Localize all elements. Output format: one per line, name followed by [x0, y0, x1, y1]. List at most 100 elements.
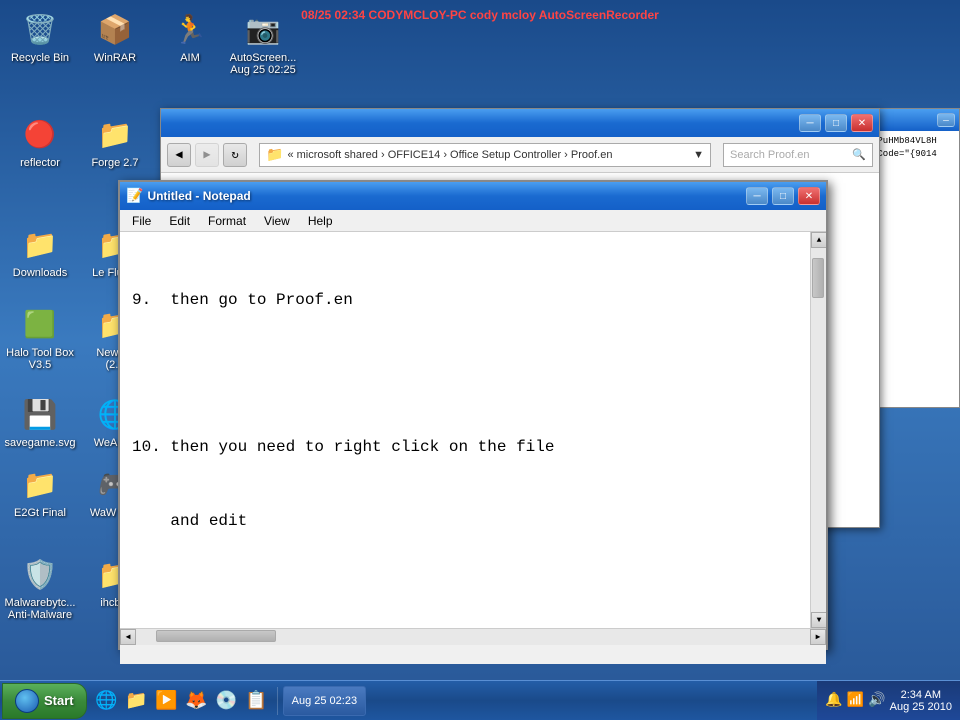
taskbar-firefox-icon[interactable]: 🦊: [183, 687, 211, 715]
taskbar-item-label: Aug 25 02:23: [292, 695, 357, 707]
explorer-close-button[interactable]: ✕: [851, 114, 873, 132]
tray-volume-icon[interactable]: 🔊: [868, 692, 885, 709]
malwarebytes-icon: 🛡️: [20, 555, 60, 595]
reflector-label: reflector: [20, 157, 60, 169]
desktop-icon-winrar[interactable]: 📦 WinRAR: [80, 10, 150, 64]
desktop-icon-downloads[interactable]: 📁 Downloads: [5, 225, 75, 279]
winrar-label: WinRAR: [94, 52, 136, 64]
desktop-icon-aim[interactable]: 🏃 AIM: [155, 10, 225, 64]
menu-edit[interactable]: Edit: [161, 212, 198, 230]
autoscreen-icon: 📷: [243, 10, 283, 50]
desktop: 08/25 02:34 CODYMCLOY-PC cody mcloy Auto…: [0, 0, 960, 680]
taskbar: Start 🌐 📁 ▶️ 🦊 💿 📋 Aug 25 02:23 🔔 📶 🔊 2:…: [0, 680, 960, 720]
search-icon[interactable]: 🔍: [852, 148, 866, 161]
menu-view[interactable]: View: [256, 212, 298, 230]
downloads-label: Downloads: [13, 267, 67, 279]
reflector-icon: 🔴: [20, 115, 60, 155]
savegame-icon: 💾: [20, 395, 60, 435]
notepad-titlebar: 📝 Untitled - Notepad ─ □ ✕: [120, 182, 826, 210]
scroll-left-button[interactable]: ◀: [120, 629, 136, 645]
desktop-icon-malwarebytes[interactable]: 🛡️ Malwarebytc...Anti-Malware: [5, 555, 75, 621]
menu-format[interactable]: Format: [200, 212, 254, 230]
refresh-button[interactable]: ↻: [223, 143, 247, 167]
windows-orb-icon: [15, 689, 39, 713]
forge-label: Forge 2.7: [91, 157, 138, 169]
address-text: « microsoft shared › OFFICE14 › Office S…: [287, 149, 612, 161]
menu-help[interactable]: Help: [300, 212, 341, 230]
notepad-maximize-button[interactable]: □: [772, 187, 794, 205]
e2gt-label: E2Gt Final: [14, 507, 66, 519]
notepad-window: 📝 Untitled - Notepad ─ □ ✕ File Edit For…: [118, 180, 828, 650]
start-label: Start: [44, 693, 74, 708]
menu-file[interactable]: File: [124, 212, 159, 230]
explorer-titlebar: ─ □ ✕: [161, 109, 879, 137]
address-bar[interactable]: 📁 « microsoft shared › OFFICE14 › Office…: [259, 143, 711, 167]
explorer-minimize-button[interactable]: ─: [799, 114, 821, 132]
text-area[interactable]: 9. then go to Proof.en 10. then you need…: [120, 232, 810, 628]
info-minimize-button[interactable]: ─: [937, 113, 955, 127]
tray-clock: 2:34 AM Aug 25 2010: [890, 689, 952, 713]
explorer-toolbar: ◀ ▶ ↻ 📁 « microsoft shared › OFFICE14 › …: [161, 137, 879, 173]
taskbar-middle: Aug 25 02:23: [278, 686, 818, 716]
taskbar-dvd-icon[interactable]: 💿: [213, 687, 241, 715]
e2gt-icon: 📁: [20, 465, 60, 505]
scroll-h-track[interactable]: [136, 629, 810, 645]
aim-icon: 🏃: [170, 10, 210, 50]
scroll-right-button[interactable]: ▶: [810, 629, 826, 645]
dropdown-icon[interactable]: ▼: [693, 149, 704, 161]
desktop-icon-autoscreen[interactable]: 📷 AutoScreen...Aug 25 02:25: [228, 10, 298, 76]
winrar-icon: 📦: [95, 10, 135, 50]
line-blank1: [132, 362, 798, 388]
start-button[interactable]: Start: [2, 683, 87, 719]
recycle-bin-icon: 🗑️: [20, 10, 60, 50]
tray-network-icon[interactable]: 📶: [847, 692, 864, 709]
scroll-up-button[interactable]: ▲: [811, 232, 826, 248]
notepad-icon: 📝: [126, 188, 143, 205]
desktop-icon-e2gt[interactable]: 📁 E2Gt Final: [5, 465, 75, 519]
notepad-minimize-button[interactable]: ─: [746, 187, 768, 205]
scroll-thumb[interactable]: [812, 258, 824, 298]
recycle-bin-label: Recycle Bin: [11, 52, 69, 64]
downloads-icon: 📁: [20, 225, 60, 265]
taskbar-media-icon[interactable]: ▶️: [153, 687, 181, 715]
aim-label: AIM: [180, 52, 200, 64]
search-bar[interactable]: Search Proof.en 🔍: [723, 143, 873, 167]
notepad-title: Untitled - Notepad: [147, 189, 742, 203]
explorer-maximize-button[interactable]: □: [825, 114, 847, 132]
desktop-icon-savegame[interactable]: 💾 savegame.svg: [5, 395, 75, 449]
tray-date-text: Aug 25 2010: [890, 701, 952, 713]
horizontal-scrollbar[interactable]: ◀ ▶: [120, 628, 826, 644]
malwarebytes-label: Malwarebytc...Anti-Malware: [5, 597, 76, 621]
desktop-icon-recycle-bin[interactable]: 🗑️ Recycle Bin: [5, 10, 75, 64]
taskbar-app-icon[interactable]: 📋: [243, 687, 271, 715]
search-placeholder: Search Proof.en: [730, 149, 810, 161]
halo-icon: 🟩: [20, 305, 60, 345]
taskbar-ie-icon[interactable]: 🌐: [93, 687, 121, 715]
line-blank2: [132, 582, 798, 608]
back-button[interactable]: ◀: [167, 143, 191, 167]
scroll-h-thumb[interactable]: [156, 630, 276, 642]
savegame-label: savegame.svg: [5, 437, 76, 449]
notepad-content: 9. then go to Proof.en 10. then you need…: [120, 232, 826, 628]
screen-recorder-title: 08/25 02:34 CODYMCLOY-PC cody mcloy Auto…: [301, 8, 659, 22]
scroll-track[interactable]: [811, 248, 826, 612]
desktop-icon-reflector[interactable]: 🔴 reflector: [5, 115, 75, 169]
address-icon: 📁: [266, 146, 283, 163]
tray-time-text: 2:34 AM: [890, 689, 952, 701]
taskbar-folder-icon[interactable]: 📁: [123, 687, 151, 715]
forge-icon: 📁: [95, 115, 135, 155]
scroll-down-button[interactable]: ▼: [811, 612, 826, 628]
notepad-statusbar: [120, 644, 826, 664]
desktop-icon-halo[interactable]: 🟩 Halo Tool BoxV3.5: [5, 305, 75, 371]
notepad-close-button[interactable]: ✕: [798, 187, 820, 205]
forward-button[interactable]: ▶: [195, 143, 219, 167]
taskbar-item-notepad[interactable]: Aug 25 02:23: [283, 686, 366, 716]
vertical-scrollbar[interactable]: ▲ ▼: [810, 232, 826, 628]
halo-label: Halo Tool BoxV3.5: [6, 347, 74, 371]
line-10a: 10. then you need to right click on the …: [132, 435, 798, 461]
taskbar-tray: 🔔 📶 🔊 2:34 AM Aug 25 2010: [817, 681, 960, 720]
desktop-icon-forge[interactable]: 📁 Forge 2.7: [80, 115, 150, 169]
line-10b: and edit: [132, 509, 798, 535]
tray-notify-icon[interactable]: 🔔: [825, 692, 842, 709]
notepad-menubar: File Edit Format View Help: [120, 210, 826, 232]
